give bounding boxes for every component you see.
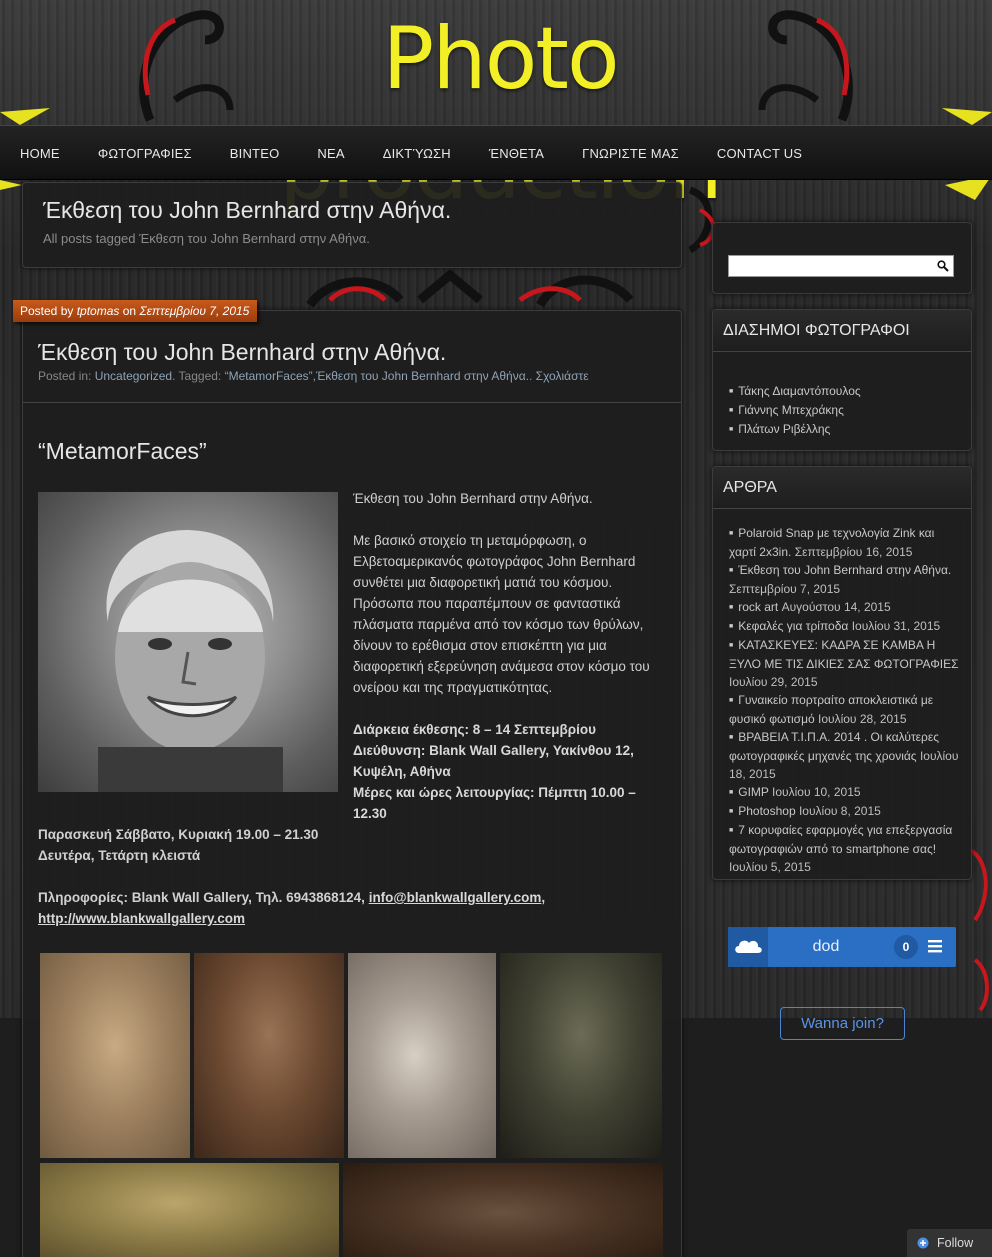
post-meta: Posted in: Uncategorized. Tagged: “Metam… — [38, 369, 589, 383]
nav-item-networking[interactable]: ΔΙΚΤΎΩΣΗ — [383, 146, 451, 161]
article-date: Ιουλίου 31, 2015 — [851, 619, 941, 633]
article-date: Ιουλίου 28, 2015 — [818, 712, 907, 726]
posted-in-label: Posted in: — [38, 369, 92, 383]
article-item: ΚΑΤΑΣΚΕΥΕΣ: ΚΑΔΡΑ ΣΕ ΚΑΜΒΑ Η ΞΥΛΟ ΜΕ ΤΙΣ… — [729, 636, 961, 691]
search-icon[interactable] — [937, 260, 949, 272]
tagged-label: . Tagged: — [172, 369, 222, 383]
website-link[interactable]: http://www.blankwallgallery.com — [38, 911, 245, 926]
info-label: Πληροφορίες: Blank Wall Gallery, Τηλ. 69… — [38, 890, 365, 905]
article-date: Ιουλίου 10, 2015 — [772, 785, 861, 799]
plus-icon — [917, 1237, 929, 1249]
follow-blog-bar[interactable]: dod 0 — [728, 927, 956, 967]
nav-item-news[interactable]: ΝΕΑ — [317, 146, 344, 161]
famous-item[interactable]: Τάκης Διαμαντόπουλος — [729, 382, 860, 401]
article-item: GIMP Ιουλίου 10, 2015 — [729, 783, 961, 802]
post-date-tag: Posted by tptomas on Σεπτεμβρίου 7, 2015 — [13, 300, 257, 322]
gallery-image[interactable] — [40, 953, 190, 1158]
search-widget — [712, 222, 972, 294]
post-title[interactable]: Έκθεση του John Bernhard στην Αθήνα. — [38, 339, 446, 366]
info-comma: , — [541, 890, 546, 905]
article-date: Σεπτεμβρίου 7, 2015 — [729, 582, 841, 596]
article-date: Ιουλίου 8, 2015 — [798, 804, 881, 818]
gallery-image[interactable] — [194, 953, 344, 1158]
famous-list: Τάκης Διαμαντόπουλος Γιάννης Μπεχράκης Π… — [729, 382, 861, 439]
gallery-image[interactable] — [348, 953, 496, 1158]
site-title[interactable]: Photo production — [160, 4, 840, 219]
exhibition-address: Διεύθυνση: Blank Wall Gallery, Υακίνθου … — [353, 743, 634, 779]
on-label: on — [122, 304, 137, 318]
follow-blog-name: dod — [812, 938, 840, 955]
article-item: Photoshop Ιουλίου 8, 2015 — [729, 802, 961, 821]
nav-item-photos[interactable]: ΦΩΤΟΓΡΑΦΙΕΣ — [98, 146, 192, 161]
exhibition-duration: Διάρκεια έκθεσης: 8 – 14 Σεπτεμβρίου — [353, 722, 596, 737]
exhibition-closed: Δευτέρα, Τετάρτη κλειστά — [38, 848, 201, 863]
nav-item-about[interactable]: ΓΝΩΡΙΣΤΕ ΜΑΣ — [582, 146, 679, 161]
post-body-full: Παρασκευή Σάββατο, Κυριακή 19.00 – 21.30… — [38, 824, 668, 929]
nav-item-video[interactable]: ΒΙΝΤΕΟ — [230, 146, 280, 161]
article-link[interactable]: 7 κορυφαίες εφαρμογές για επεξεργασία φω… — [729, 823, 952, 856]
article-item: rock art Αυγούστου 14, 2015 — [729, 598, 961, 617]
meta-separator: . — [528, 369, 533, 383]
article-link[interactable]: rock art — [738, 600, 778, 614]
post-body-right: Έκθεση του John Bernhard στην Αθήνα. Με … — [353, 488, 668, 824]
archive-header: Έκθεση του John Bernhard στην Αθήνα. All… — [22, 182, 682, 268]
gallery-image[interactable] — [343, 1163, 663, 1257]
article-date: Αυγούστου 14, 2015 — [781, 600, 891, 614]
cloud-icon — [728, 927, 768, 967]
article-link[interactable]: Κεφαλές για τρίποδα — [738, 619, 848, 633]
article-date: Ιουλίου 29, 2015 — [729, 675, 818, 689]
follow-label: Follow — [937, 1236, 974, 1250]
posted-by-label: Posted by — [20, 304, 74, 318]
article-link[interactable]: ΚΑΤΑΣΚΕΥΕΣ: ΚΑΔΡΑ ΣΕ ΚΑΜΒΑ Η ΞΥΛΟ ΜΕ ΤΙΣ… — [729, 638, 959, 671]
widget-title: ΔΙΑΣΗΜΟΙ ΦΩΤΟΓΡΑΦΟΙ — [713, 310, 971, 352]
articles-list: Polaroid Snap με τεχνολογία Zink και χαρ… — [729, 524, 961, 876]
follower-count-badge: 0 — [894, 935, 918, 959]
widget-title: ΑΡΘΡΑ — [713, 467, 971, 509]
main-nav: HOME ΦΩΤΟΓΡΑΦΙΕΣ ΒΙΝΤΕΟ ΝΕΑ ΔΙΚΤΎΩΣΗ ΈΝΘ… — [0, 125, 992, 180]
comment-link[interactable]: Σχολιάστε — [536, 369, 589, 383]
articles-widget: ΑΡΘΡΑ Polaroid Snap με τεχνολογία Zink κ… — [712, 466, 972, 880]
category-link[interactable]: Uncategorized — [95, 369, 172, 383]
menu-icon[interactable] — [928, 939, 942, 953]
post-paragraph: Με βασικό στοιχείο τη μεταμόρφωση, ο Ελβ… — [353, 533, 650, 695]
article-item: Κεφαλές για τρίποδα Ιουλίου 31, 2015 — [729, 617, 961, 636]
post-paragraph: Έκθεση του John Bernhard στην Αθήνα. — [353, 491, 593, 506]
article-date: Σεπτεμβρίου 16, 2015 — [794, 545, 913, 559]
gallery-image[interactable] — [500, 953, 662, 1158]
famous-item[interactable]: Πλάτων Ριβέλλης — [729, 420, 861, 439]
article-link[interactable]: ΒΡΑΒΕΙΑ Τ.Ι.Π.Α. 2014 . Οι καλύτερες φωτ… — [729, 730, 939, 763]
wanna-join-button[interactable]: Wanna join? — [780, 1007, 905, 1040]
search-input[interactable] — [728, 255, 954, 277]
archive-title: Έκθεση του John Bernhard στην Αθήνα. — [43, 197, 452, 223]
article-item: Polaroid Snap με τεχνολογία Zink και χαρ… — [729, 524, 961, 561]
post-header: Έκθεση του John Bernhard στην Αθήνα. Pos… — [23, 311, 681, 403]
article-item: ΒΡΑΒΕΙΑ Τ.Ι.Π.Α. 2014 . Οι καλύτερες φωτ… — [729, 728, 961, 783]
email-link[interactable]: info@blankwallgallery.com — [369, 890, 542, 905]
nav-item-home[interactable]: HOME — [20, 146, 60, 161]
nav-item-contact[interactable]: CONTACT US — [717, 146, 802, 161]
article-link[interactable]: GIMP — [738, 785, 768, 799]
exhibition-hours-2: Παρασκευή Σάββατο, Κυριακή 19.00 – 21.30 — [38, 827, 319, 842]
follow-button[interactable]: Follow — [907, 1229, 992, 1257]
post-heading: “MetamorFaces” — [38, 438, 207, 464]
famous-photographers-widget: ΔΙΑΣΗΜΟΙ ΦΩΤΟΓΡΑΦΟΙ Τάκης Διαμαντόπουλος… — [712, 309, 972, 451]
gallery-image[interactable] — [40, 1163, 339, 1257]
tags-link[interactable]: “MetamorFaces”,Έκθεση του John Bernhard … — [225, 369, 529, 383]
author-link[interactable]: tptomas — [77, 304, 120, 318]
exhibition-hours: Μέρες και ώρες λειτουργίας: Πέμπτη 10.00… — [353, 785, 636, 821]
portrait-image[interactable] — [38, 492, 338, 792]
article-link[interactable]: Έκθεση του John Bernhard στην Αθήνα. — [738, 563, 951, 577]
nav-item-inserts[interactable]: ΈΝΘΕΤΑ — [489, 146, 544, 161]
article-date: Ιουλίου 5, 2015 — [729, 860, 811, 874]
post-date-link[interactable]: Σεπτεμβρίου 7, 2015 — [139, 304, 249, 318]
article-item: Έκθεση του John Bernhard στην Αθήνα. Σεπ… — [729, 561, 961, 598]
archive-description: All posts tagged Έκθεση του John Bernhar… — [43, 231, 370, 246]
article-item: 7 κορυφαίες εφαρμογές για επεξεργασία φω… — [729, 821, 961, 876]
portrait-face-icon — [98, 530, 283, 792]
famous-item[interactable]: Γιάννης Μπεχράκης — [729, 401, 861, 420]
article-link[interactable]: Photoshop — [738, 804, 795, 818]
article-item: Γυναικείο πορτραίτο αποκλειστικά με φυσι… — [729, 691, 961, 728]
